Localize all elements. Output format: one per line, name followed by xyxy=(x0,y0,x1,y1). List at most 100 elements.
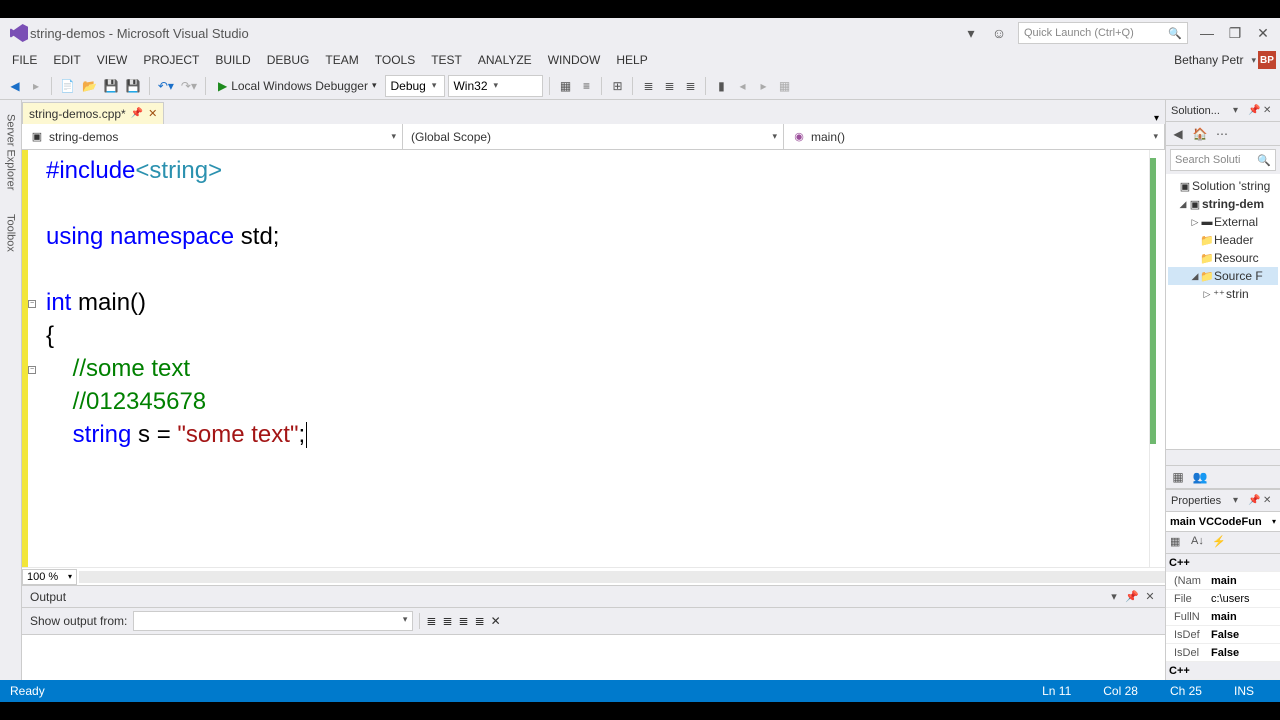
redo-button[interactable]: ↷▾ xyxy=(179,75,199,97)
output-btn-2[interactable]: ≣ xyxy=(442,614,452,628)
tree-header[interactable]: 📁Header xyxy=(1168,231,1278,249)
function-combo[interactable]: ◉main() xyxy=(784,124,1165,149)
tb-btn-10[interactable]: ▦ xyxy=(775,75,793,97)
maximize-button[interactable]: ❐ xyxy=(1226,24,1244,42)
h-scrollbar[interactable] xyxy=(79,571,1165,583)
pin-icon[interactable]: 📌 xyxy=(131,108,143,119)
tree-resource[interactable]: 📁Resourc xyxy=(1168,249,1278,267)
props-cat-icon[interactable]: ▦ xyxy=(1170,535,1186,551)
output-pin-icon[interactable]: 📌 xyxy=(1125,590,1139,604)
props-pin-icon[interactable]: 📌 xyxy=(1248,495,1260,507)
zoom-combo[interactable]: 100 % xyxy=(22,569,77,585)
quick-launch-input[interactable]: Quick Launch (Ctrl+Q) 🔍 xyxy=(1018,22,1188,44)
output-source-combo[interactable] xyxy=(133,611,413,631)
scope-combo[interactable]: (Global Scope) xyxy=(403,124,784,149)
undo-button[interactable]: ↶▾ xyxy=(156,75,176,97)
se-dropdown-icon[interactable]: ▾ xyxy=(1233,105,1245,117)
props-object-combo[interactable]: main VCCodeFun xyxy=(1166,512,1280,532)
tb-btn-8[interactable]: ◂ xyxy=(733,75,751,97)
props-events-icon[interactable]: ⚡ xyxy=(1212,535,1228,551)
menu-help[interactable]: HELP xyxy=(608,50,655,70)
save-all-button[interactable]: 💾 xyxy=(124,75,143,97)
tb-btn-4[interactable]: ≣ xyxy=(639,75,657,97)
menu-test[interactable]: TEST xyxy=(423,50,470,70)
tb-btn-7[interactable]: ▮ xyxy=(712,75,730,97)
back-button[interactable]: ◀ xyxy=(6,75,24,97)
menu-debug[interactable]: DEBUG xyxy=(259,50,318,70)
tabs-dropdown-icon[interactable]: ▾ xyxy=(1148,113,1165,124)
tb-btn-5[interactable]: ≣ xyxy=(660,75,678,97)
tb-btn-2[interactable]: ≡ xyxy=(577,75,595,97)
project-combo[interactable]: ▣string-demos xyxy=(22,124,403,149)
code-editor[interactable]: − − #include<string> using namespace std… xyxy=(22,150,1165,567)
props-grid[interactable]: C++ (Nammain Filec:\users FullNmain IsDe… xyxy=(1166,554,1280,680)
output-btn-1[interactable]: ≣ xyxy=(426,614,436,628)
menu-analyze[interactable]: ANALYZE xyxy=(470,50,540,70)
output-btn-5[interactable]: ✕ xyxy=(491,614,501,628)
forward-button[interactable]: ▸ xyxy=(27,75,45,97)
notifications-icon[interactable]: ▾ xyxy=(962,24,980,42)
code-token: main() xyxy=(71,289,146,316)
collapse-icon[interactable]: − xyxy=(28,300,36,308)
minimize-button[interactable]: — xyxy=(1198,24,1216,42)
output-body[interactable] xyxy=(22,634,1165,680)
toolbox-tab[interactable]: Toolbox xyxy=(3,208,19,258)
se-home-icon[interactable]: 🏠 xyxy=(1192,126,1208,142)
props-close-icon[interactable]: ✕ xyxy=(1263,495,1275,507)
output-dropdown-icon[interactable]: ▾ xyxy=(1107,590,1121,604)
code-token: ; xyxy=(298,421,305,448)
statusbar: Ready Ln 11 Col 28 Ch 25 INS xyxy=(0,680,1280,702)
user-dropdown-icon[interactable]: ▾ xyxy=(1251,55,1256,66)
solution-search[interactable]: Search Soluti 🔍 xyxy=(1170,149,1276,171)
server-explorer-tab[interactable]: Server Explorer xyxy=(3,108,19,196)
output-btn-3[interactable]: ≣ xyxy=(459,614,469,628)
props-az-icon[interactable]: A↓ xyxy=(1191,535,1207,551)
menu-project[interactable]: PROJECT xyxy=(135,50,207,70)
output-close-icon[interactable]: ✕ xyxy=(1143,590,1157,604)
tree-solution[interactable]: ▣Solution 'string xyxy=(1168,177,1278,195)
tree-project[interactable]: ◢▣string-dem xyxy=(1168,195,1278,213)
menu-view[interactable]: VIEW xyxy=(89,50,136,70)
menu-tools[interactable]: TOOLS xyxy=(367,50,423,70)
tb-btn-9[interactable]: ▸ xyxy=(754,75,772,97)
tree-file[interactable]: ▷⁺⁺strin xyxy=(1168,285,1278,303)
tb-btn-1[interactable]: ▦ xyxy=(556,75,574,97)
close-tab-icon[interactable]: ✕ xyxy=(148,107,157,120)
tree-source[interactable]: ◢📁Source F xyxy=(1168,267,1278,285)
se-close-icon[interactable]: ✕ xyxy=(1263,105,1275,117)
debugger-label: Local Windows Debugger xyxy=(231,79,368,93)
output-btn-4[interactable]: ≣ xyxy=(475,614,485,628)
se-more-icon[interactable]: ⋯ xyxy=(1214,126,1230,142)
solution-tree[interactable]: ▣Solution 'string ◢▣string-dem ▷▬Externa… xyxy=(1166,174,1280,449)
tab-string-demos[interactable]: string-demos.cpp* 📌 ✕ xyxy=(22,102,164,124)
close-button[interactable]: ✕ xyxy=(1254,24,1272,42)
save-button[interactable]: 💾 xyxy=(102,75,121,97)
props-dropdown-icon[interactable]: ▾ xyxy=(1233,495,1245,507)
se-team-icon[interactable]: 👥 xyxy=(1192,469,1208,485)
menu-window[interactable]: WINDOW xyxy=(540,50,609,70)
tree-external[interactable]: ▷▬External xyxy=(1168,213,1278,231)
properties-panel: Properties ▾ 📌 ✕ main VCCodeFun ▦ A↓ ⚡ C… xyxy=(1166,489,1280,680)
open-file-button[interactable]: 📂 xyxy=(80,75,99,97)
show-output-label: Show output from: xyxy=(30,614,127,628)
feedback-icon[interactable]: ☺ xyxy=(990,24,1008,42)
user-name[interactable]: Bethany Petr xyxy=(1166,50,1251,70)
tb-btn-3[interactable]: ⊞ xyxy=(608,75,626,97)
start-debug-button[interactable]: ▶ Local Windows Debugger ▾ xyxy=(212,79,383,93)
menu-file[interactable]: FILE xyxy=(4,50,45,70)
user-badge[interactable]: BP xyxy=(1258,51,1276,69)
menu-team[interactable]: TEAM xyxy=(317,50,366,70)
tb-btn-6[interactable]: ≣ xyxy=(681,75,699,97)
se-back-icon[interactable]: ◀ xyxy=(1170,126,1186,142)
props-cat: C++ xyxy=(1169,557,1190,569)
menu-edit[interactable]: EDIT xyxy=(45,50,88,70)
platform-combo[interactable]: Win32 xyxy=(448,75,543,97)
collapse-icon[interactable]: − xyxy=(28,366,36,374)
menu-build[interactable]: BUILD xyxy=(207,50,258,70)
se-pin-icon[interactable]: 📌 xyxy=(1248,105,1260,117)
config-combo[interactable]: Debug xyxy=(385,75,445,97)
se-hscroll[interactable] xyxy=(1166,449,1280,465)
new-project-button[interactable]: 📄 xyxy=(58,75,77,97)
quick-launch-placeholder: Quick Launch (Ctrl+Q) xyxy=(1024,27,1134,39)
se-view-icon[interactable]: ▦ xyxy=(1170,469,1186,485)
